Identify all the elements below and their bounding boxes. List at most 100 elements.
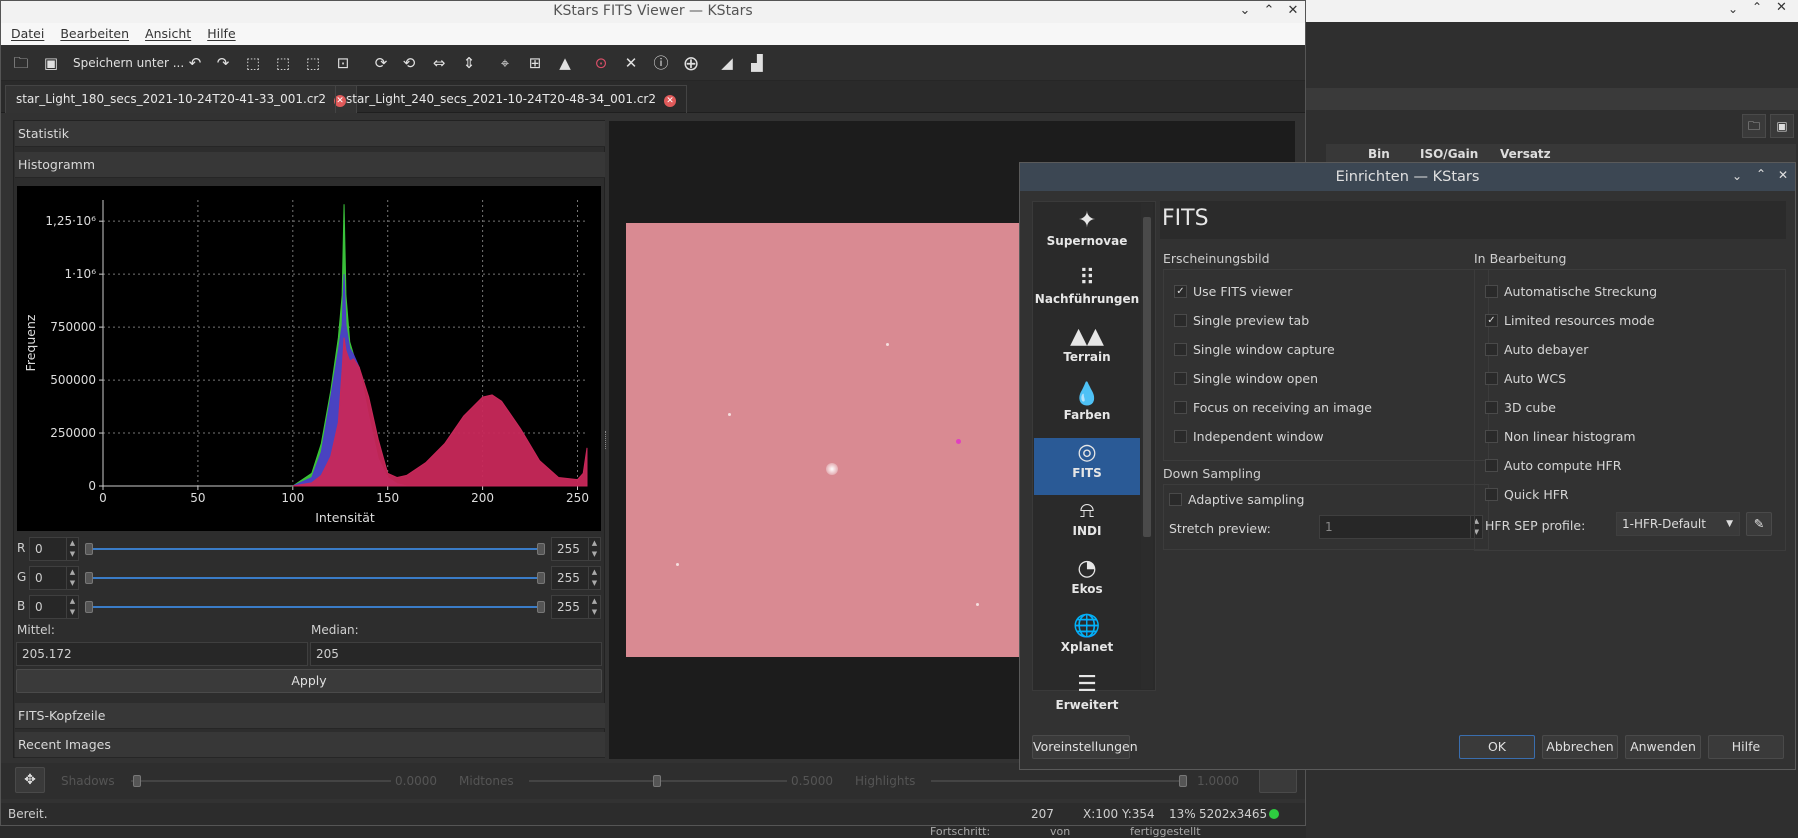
help-button[interactable]: Hilfe (1708, 735, 1784, 759)
spin-arrows-icon[interactable]: ▲ ▼ (66, 538, 78, 560)
nav-item-supernovae[interactable]: ✦ Supernovae (1034, 206, 1140, 263)
dialog-minimize-icon[interactable]: ⌄ (1732, 169, 1742, 183)
processing-label-6[interactable]: Auto compute HFR (1504, 458, 1621, 473)
maximize-icon[interactable]: ⌃ (1259, 1, 1279, 21)
edit-profile-button[interactable]: ✎ (1746, 512, 1772, 536)
histogram-icon[interactable]: ▟ (745, 51, 769, 75)
spin-arrows-icon[interactable]: ▲ ▼ (588, 596, 600, 618)
hide-stars-icon[interactable]: ✕ (619, 51, 643, 75)
processing-checkbox-4[interactable] (1485, 401, 1498, 414)
menu-datei[interactable]: Datei (1, 23, 50, 41)
nav-item-terrain[interactable]: ▲▲ Terrain (1034, 322, 1140, 379)
channel-min-handle[interactable] (85, 601, 93, 613)
processing-label-5[interactable]: Non linear histogram (1504, 429, 1636, 444)
crosshair-icon[interactable]: ⌖ (493, 51, 517, 75)
nav-item-indi[interactable]: ⍾ INDI (1034, 496, 1140, 553)
processing-checkbox-1[interactable]: ✓ (1485, 314, 1498, 327)
midtones-handle[interactable] (653, 775, 661, 787)
background-maximize-icon[interactable]: ⌃ (1752, 0, 1762, 14)
nav-item-fits[interactable]: ◎ FITS (1034, 438, 1140, 495)
close-tab-icon[interactable]: ✕ (664, 95, 677, 107)
fits-header-section[interactable]: FITS-Kopfzeile (15, 703, 605, 729)
processing-checkbox-3[interactable] (1485, 372, 1498, 385)
tab-image-1[interactable]: star_Light_180_secs_2021-10-24T20-41-33_… (5, 85, 358, 113)
nav-item-ekos[interactable]: ◔ Ekos (1034, 554, 1140, 611)
appearance-checkbox-4[interactable] (1174, 401, 1187, 414)
shape-icon[interactable]: ◢ (715, 51, 739, 75)
splitter-handle[interactable] (605, 431, 608, 449)
pan-button[interactable]: ✥ (15, 767, 45, 793)
adaptive-sampling-checkbox[interactable] (1169, 493, 1182, 506)
spin-arrows-icon[interactable]: ▲ ▼ (588, 538, 600, 560)
hfr-profile-select[interactable]: 1-HFR-Default ▼ (1616, 512, 1740, 536)
zoom-out-icon[interactable]: ⬚ (271, 51, 295, 75)
processing-checkbox-7[interactable] (1485, 488, 1498, 501)
info-icon[interactable]: ⓘ (649, 51, 673, 75)
processing-checkbox-2[interactable] (1485, 343, 1498, 356)
channel-max-handle[interactable] (537, 543, 545, 555)
histogram-header[interactable]: Histogramm (15, 152, 605, 178)
dialog-maximize-icon[interactable]: ⌃ (1756, 167, 1766, 181)
flip-vertical-icon[interactable]: ⇕ (457, 51, 481, 75)
channel-min-spinbox[interactable]: 0 ▲ ▼ (29, 537, 79, 561)
processing-label-4[interactable]: 3D cube (1504, 400, 1556, 415)
minimize-icon[interactable]: ⌄ (1235, 1, 1255, 21)
fits-image[interactable] (626, 223, 1026, 657)
appearance-checkbox-1[interactable] (1174, 314, 1187, 327)
appearance-label-0[interactable]: Use FITS viewer (1193, 284, 1292, 299)
redo-icon[interactable]: ↷ (211, 51, 235, 75)
recent-images-section[interactable]: Recent Images (15, 732, 605, 758)
apply-dialog-button[interactable]: Anwenden (1625, 735, 1701, 759)
channel-range-slider[interactable] (89, 577, 543, 579)
highlights-slider[interactable] (931, 780, 1187, 782)
adaptive-sampling-label[interactable]: Adaptive sampling (1188, 492, 1304, 507)
appearance-label-1[interactable]: Single preview tab (1193, 313, 1309, 328)
processing-label-0[interactable]: Automatische Streckung (1504, 284, 1657, 299)
processing-label-2[interactable]: Auto debayer (1504, 342, 1588, 357)
background-save-button[interactable]: ▣ (1770, 114, 1794, 138)
background-minimize-icon[interactable]: ⌄ (1728, 2, 1738, 16)
nav-item-farben[interactable]: 💧 Farben (1034, 380, 1140, 437)
nav-item-nachführungen[interactable]: ⠿ Nachführungen (1034, 264, 1140, 321)
auto-stretch-button[interactable] (1259, 767, 1297, 793)
appearance-checkbox-0[interactable]: ✓ (1174, 285, 1187, 298)
target-icon[interactable]: ⊕ (679, 51, 703, 75)
undo-icon[interactable]: ↶ (183, 51, 207, 75)
nav-scrollbar[interactable] (1141, 203, 1153, 689)
median-field[interactable]: 205 (310, 642, 602, 666)
save-icon[interactable]: ▣ (39, 51, 63, 75)
highlights-handle[interactable] (1179, 775, 1187, 787)
processing-checkbox-5[interactable] (1485, 430, 1498, 443)
zoom-fit-icon[interactable]: ⊡ (331, 51, 355, 75)
dialog-close-icon[interactable]: ✕ (1778, 168, 1788, 182)
channel-min-handle[interactable] (85, 572, 93, 584)
rotate-right-icon[interactable]: ⟳ (369, 51, 393, 75)
channel-max-handle[interactable] (537, 572, 545, 584)
channel-max-spinbox[interactable]: 255 ▲ ▼ (551, 537, 601, 561)
shadows-slider[interactable] (131, 780, 391, 782)
processing-checkbox-0[interactable] (1485, 285, 1498, 298)
channel-max-spinbox[interactable]: 255 ▲ ▼ (551, 595, 601, 619)
processing-label-3[interactable]: Auto WCS (1504, 371, 1566, 386)
menu-hilfe[interactable]: Hilfe (197, 23, 241, 41)
menu-ansicht[interactable]: Ansicht (135, 23, 197, 41)
shadows-handle[interactable] (133, 775, 141, 787)
channel-min-spinbox[interactable]: 0 ▲ ▼ (29, 595, 79, 619)
nav-scroll-thumb[interactable] (1143, 217, 1151, 537)
channel-range-slider[interactable] (89, 548, 543, 550)
appearance-checkbox-2[interactable] (1174, 343, 1187, 356)
mean-field[interactable]: 205.172 (16, 642, 308, 666)
appearance-checkbox-5[interactable] (1174, 430, 1187, 443)
zoom-in-icon[interactable]: ⬚ (241, 51, 265, 75)
processing-label-1[interactable]: Limited resources mode (1504, 313, 1655, 328)
processing-label-7[interactable]: Quick HFR (1504, 487, 1569, 502)
spin-arrows-icon[interactable]: ▲ ▼ (66, 567, 78, 589)
menu-bearbeiten[interactable]: Bearbeiten (50, 23, 135, 41)
rotate-left-icon[interactable]: ⟲ (397, 51, 421, 75)
ok-button[interactable]: OK (1459, 735, 1535, 759)
close-icon[interactable]: ✕ (1283, 1, 1303, 21)
processing-checkbox-6[interactable] (1485, 459, 1498, 472)
appearance-label-3[interactable]: Single window open (1193, 371, 1318, 386)
channel-range-slider[interactable] (89, 606, 543, 608)
mark-stars-icon[interactable]: ⊙ (589, 51, 613, 75)
